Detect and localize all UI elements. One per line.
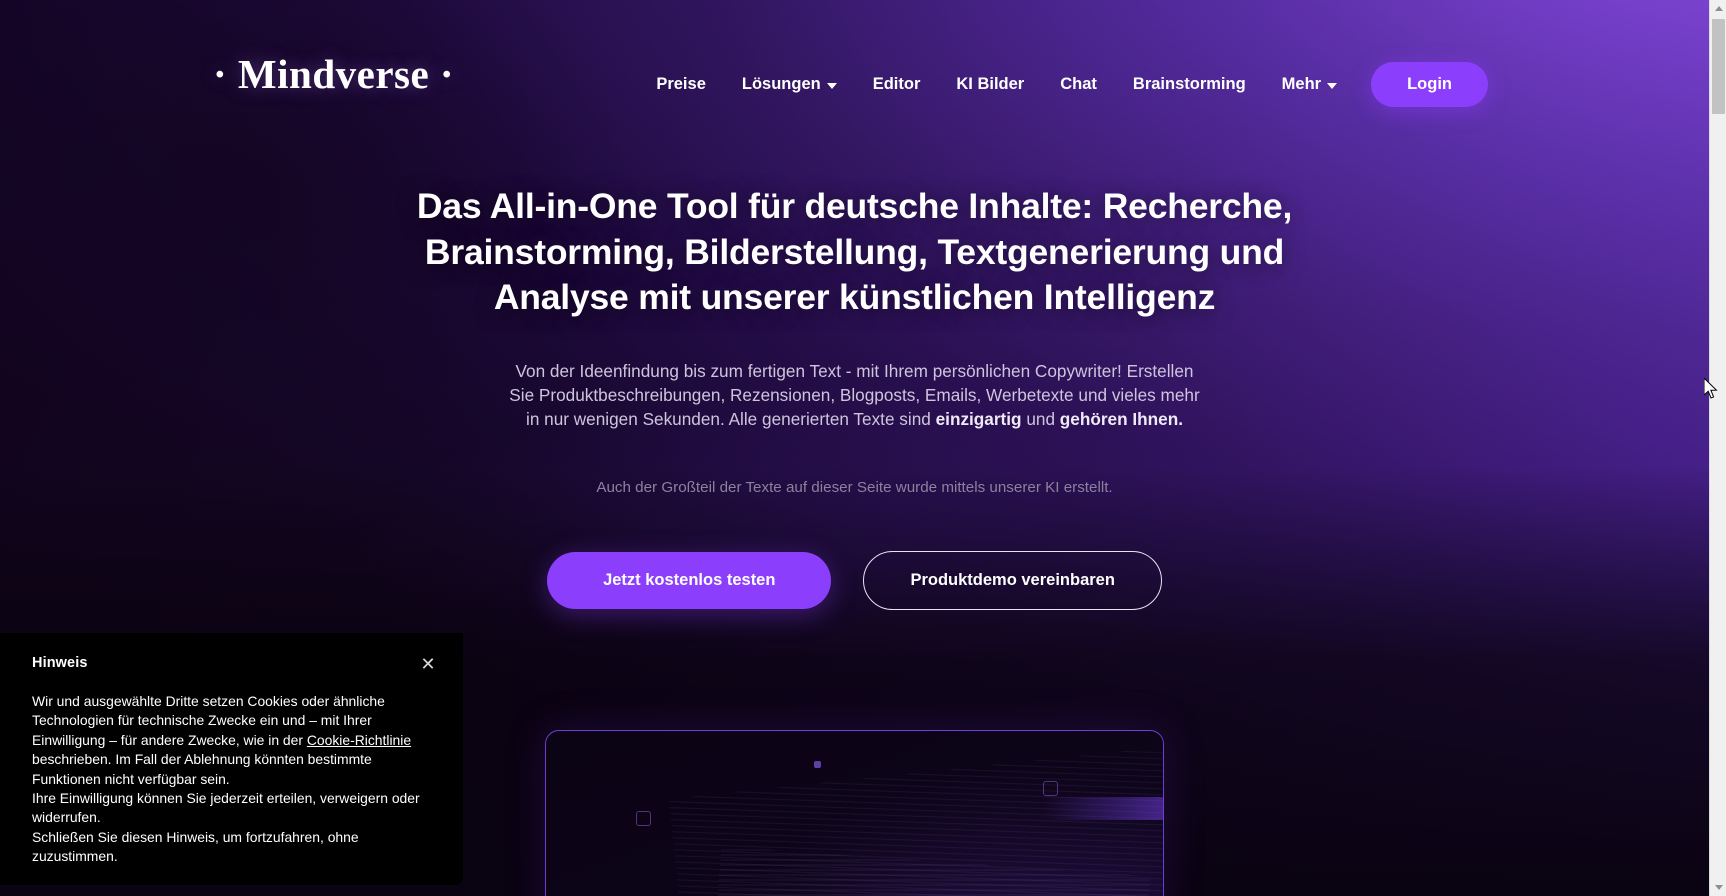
hero-subtitle-bold1: einzigartig bbox=[935, 408, 1022, 429]
nav-item-preise[interactable]: Preise bbox=[638, 67, 724, 102]
main-navigation: Preise Lösungen Editor KI Bilder Chat Br… bbox=[638, 62, 1488, 107]
nav-item-chat[interactable]: Chat bbox=[1042, 67, 1115, 102]
cookie-paragraph-2: Ihre Einwilligung können Sie jederzeit e… bbox=[32, 790, 420, 826]
scrollbar-thumb[interactable] bbox=[1712, 19, 1725, 114]
cookie-banner-body: Wir und ausgewählte Dritte setzen Cookie… bbox=[32, 692, 433, 867]
nav-label: Mehr bbox=[1281, 75, 1322, 93]
chevron-down-icon bbox=[826, 82, 837, 89]
cookie-text-after-link: beschrieben. Im Fall der Ablehnung könnt… bbox=[32, 751, 372, 787]
chevron-up-icon bbox=[1714, 6, 1723, 11]
cookie-banner-title: Hinweis bbox=[32, 655, 88, 671]
nav-item-editor[interactable]: Editor bbox=[855, 67, 939, 102]
hero-subtitle-bold2: gehören Ihnen. bbox=[1059, 408, 1183, 429]
vertical-scrollbar[interactable] bbox=[1709, 0, 1726, 896]
nav-item-brainstorming[interactable]: Brainstorming bbox=[1115, 67, 1264, 102]
nav-item-ki-bilder[interactable]: KI Bilder bbox=[938, 67, 1042, 102]
nav-item-loesungen[interactable]: Lösungen bbox=[724, 67, 855, 102]
page-title: Das All-in-One Tool für deutsche Inhalte… bbox=[416, 186, 1293, 317]
decorative-square-icon bbox=[1043, 781, 1058, 796]
nav-item-mehr[interactable]: Mehr bbox=[1264, 67, 1355, 102]
decorative-square-icon bbox=[636, 811, 651, 826]
nav-label: Preise bbox=[656, 75, 706, 93]
nav-label: Editor bbox=[872, 75, 921, 93]
site-header: · Mindverse · Preise Lösungen Editor KI … bbox=[0, 0, 1709, 150]
nav-label: Lösungen bbox=[741, 75, 821, 93]
login-button[interactable]: Login bbox=[1371, 62, 1488, 107]
hero-video-card[interactable]: Mindverse bbox=[545, 730, 1164, 896]
scrollbar-up-arrow-button[interactable] bbox=[1710, 0, 1726, 17]
start-free-trial-button[interactable]: Jetzt kostenlos testen bbox=[547, 552, 832, 610]
decorative-chip-bar bbox=[1044, 797, 1163, 820]
cookie-consent-banner: Hinweis ✕ Wir und ausgewählte Dritte set… bbox=[0, 633, 463, 885]
cta-button-row: Jetzt kostenlos testen Produktdemo verei… bbox=[547, 551, 1162, 611]
hero-note: Auch der Großteil der Texte auf dieser S… bbox=[596, 479, 1113, 497]
scrollbar-down-arrow-button[interactable] bbox=[1710, 879, 1726, 896]
nav-label: Chat bbox=[1060, 75, 1097, 93]
decorative-dot-icon bbox=[814, 761, 821, 768]
cookie-policy-link[interactable]: Cookie-Richtlinie bbox=[307, 732, 411, 748]
chevron-down-icon bbox=[1714, 885, 1723, 890]
chevron-down-icon bbox=[1327, 82, 1338, 89]
hero-subtitle: Von der Ideenfindung bis zum fertigen Te… bbox=[505, 359, 1205, 432]
close-icon[interactable]: ✕ bbox=[417, 653, 439, 675]
cookie-paragraph-3: Schließen Sie diesen Hinweis, um fortzuf… bbox=[32, 828, 359, 865]
nav-label: Brainstorming bbox=[1132, 75, 1246, 93]
cookie-paragraph-1: Wir und ausgewählte Dritte setzen Cookie… bbox=[32, 692, 433, 789]
browser-viewport: · Mindverse · Preise Lösungen Editor KI … bbox=[0, 0, 1726, 896]
nav-label: KI Bilder bbox=[956, 75, 1025, 93]
book-product-demo-button[interactable]: Produktdemo vereinbaren bbox=[863, 551, 1162, 611]
site-logo[interactable]: · Mindverse · bbox=[213, 50, 454, 98]
hero-subtitle-part2: und bbox=[1021, 408, 1060, 429]
